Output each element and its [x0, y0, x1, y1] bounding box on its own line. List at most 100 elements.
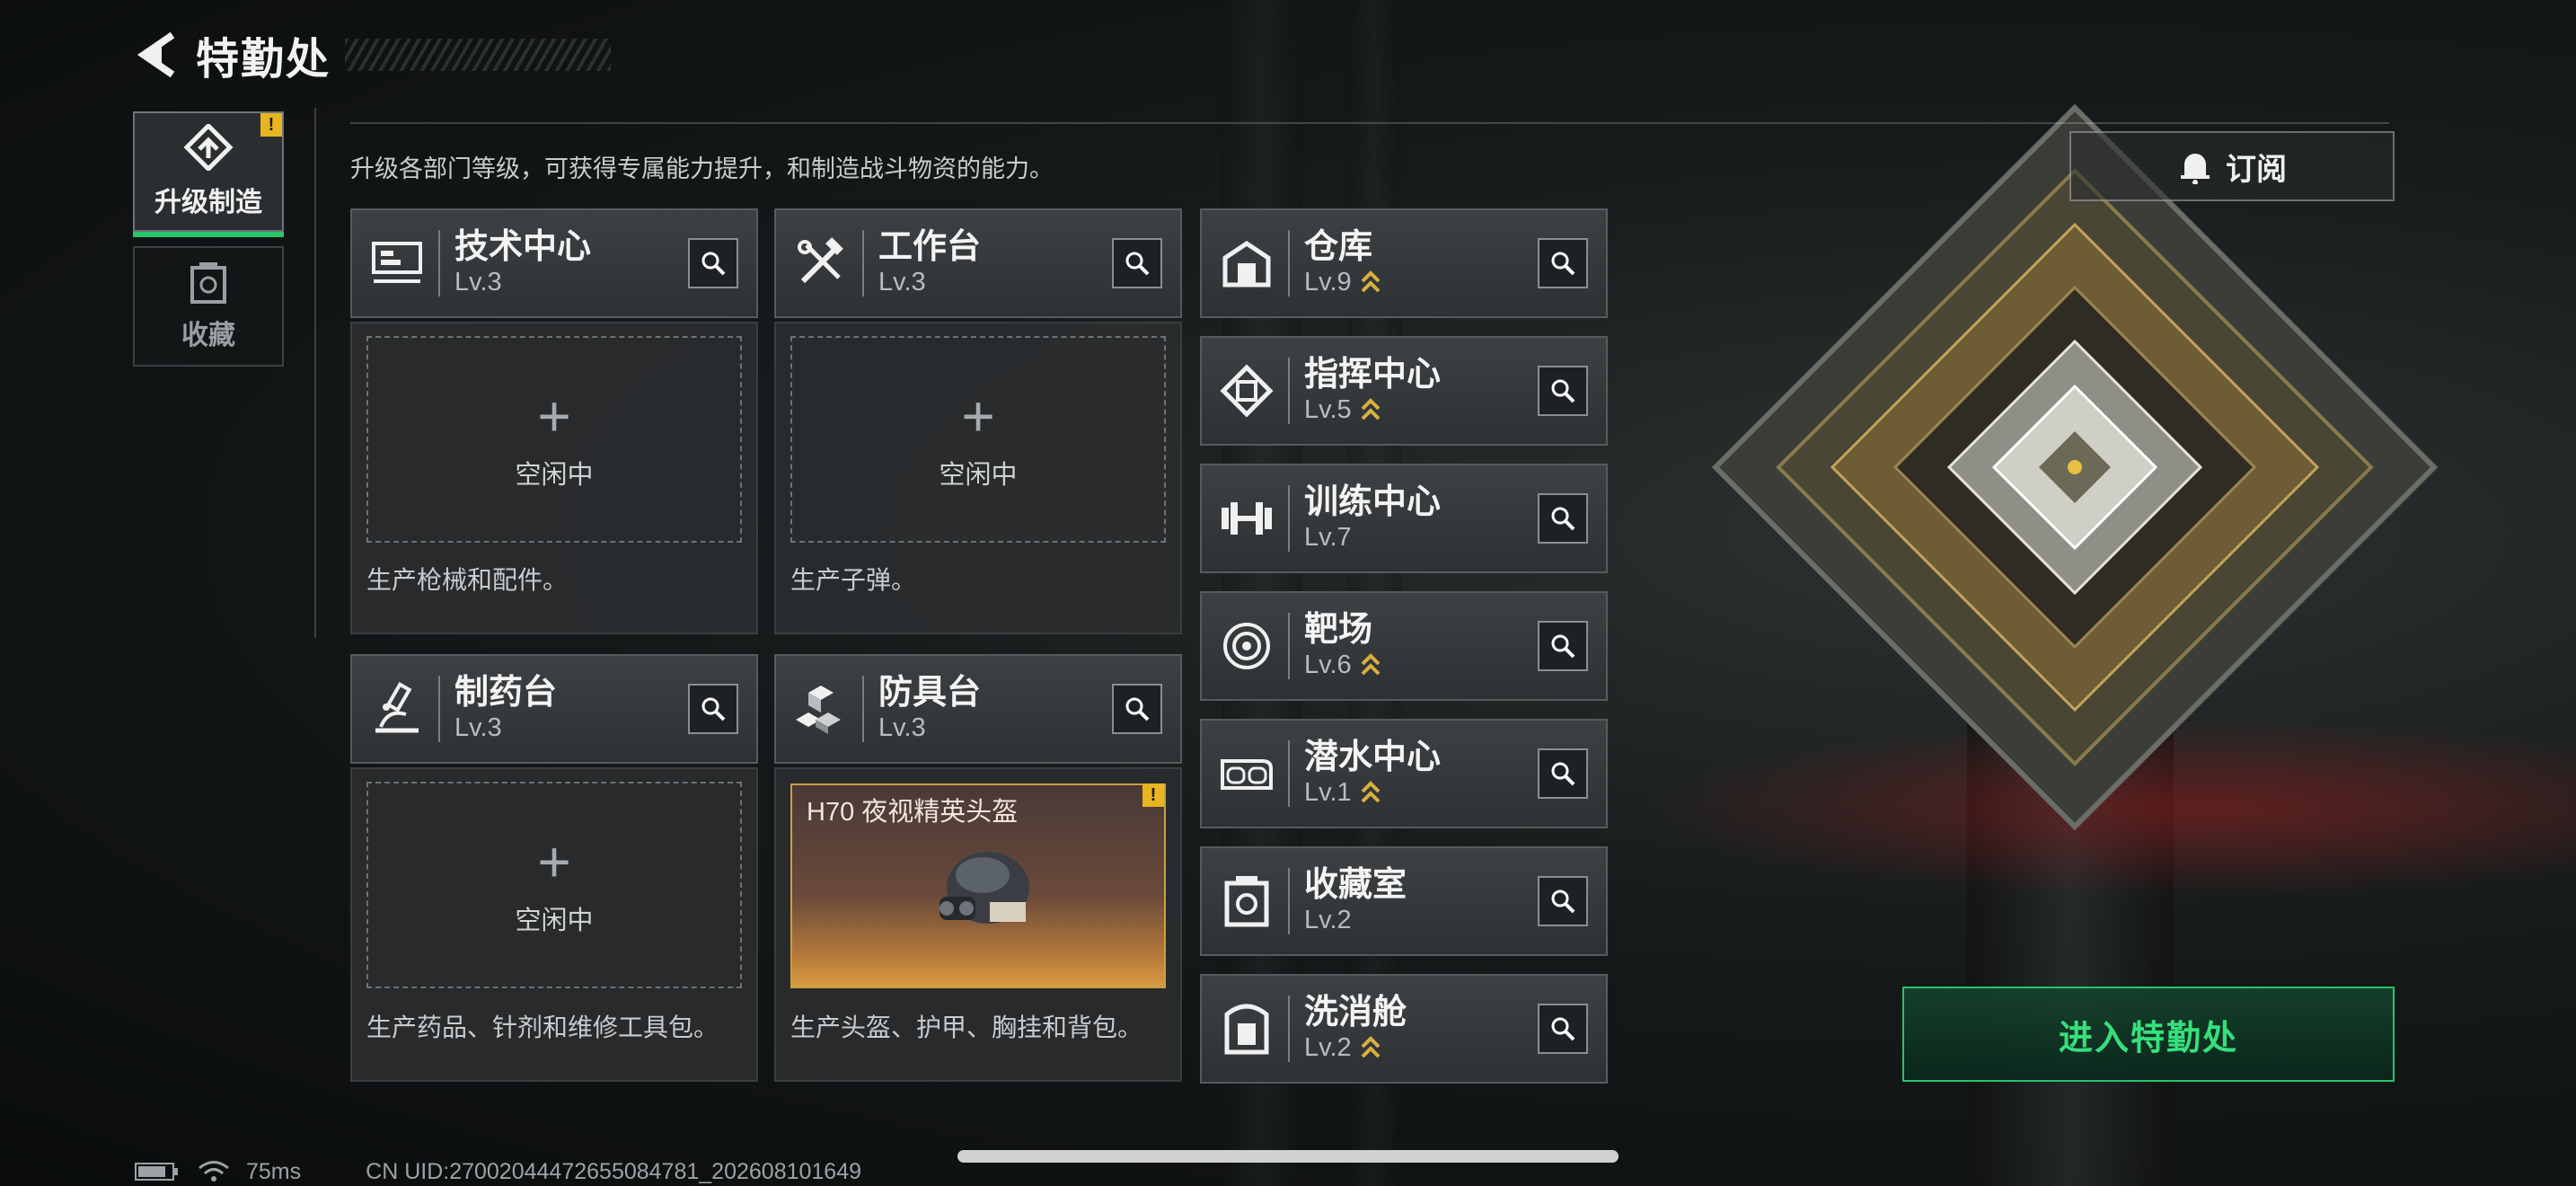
search-button[interactable]: [688, 684, 738, 734]
facility-card-training-center[interactable]: 训练中心 Lv.7: [1200, 464, 1608, 573]
search-button[interactable]: [1538, 366, 1588, 416]
bell-icon: [2181, 154, 2210, 184]
side-nav: ! 升级制造 收藏: [133, 111, 284, 381]
search-icon: [1551, 634, 1575, 659]
ping-value: 75ms: [246, 1158, 302, 1184]
search-button[interactable]: [1538, 876, 1588, 926]
facility-level: Lv.3: [878, 713, 926, 742]
facility-card-workbench[interactable]: 工作台 Lv.3: [774, 208, 1182, 318]
upgrade-available-icon: [1361, 398, 1381, 420]
wifi-icon: [198, 1161, 229, 1182]
facility-card-collection-room[interactable]: 收藏室 Lv.2: [1200, 846, 1608, 956]
battery-icon: [135, 1163, 178, 1181]
subscribe-button[interactable]: 订阅: [2069, 131, 2395, 201]
facility-card-tech-center[interactable]: 技术中心 Lv.3: [350, 208, 758, 318]
armor-bench-icon: [789, 677, 853, 741]
facility-card-armor-bench[interactable]: 防具台 Lv.3: [774, 654, 1182, 764]
facility-level-row: Lv.9: [1304, 266, 1538, 298]
upgrade-available-icon: [1361, 1036, 1381, 1058]
facility-level-row: Lv.7: [1304, 521, 1538, 553]
facility-name: 工作台: [878, 228, 982, 266]
facility-card-command-center[interactable]: 指挥中心 Lv.5: [1200, 336, 1608, 446]
tech-center-icon: [365, 231, 429, 296]
search-button[interactable]: [1112, 684, 1162, 734]
search-button[interactable]: [1538, 238, 1588, 288]
production-description: 生产药品、针剂和维修工具包。: [366, 1013, 719, 1041]
facility-card-warehouse[interactable]: 仓库 Lv.9: [1200, 208, 1608, 318]
top-bar: 特勤处: [135, 25, 611, 84]
collection-icon: [190, 262, 226, 304]
search-icon: [1551, 252, 1575, 276]
pharmacy-icon: [365, 677, 429, 741]
facility-name: 仓库: [1304, 228, 1373, 266]
production-slot-card: + 空闲中 生产子弹。: [774, 322, 1182, 634]
facility-name: 洗消舱: [1304, 994, 1407, 1031]
search-icon: [701, 697, 726, 721]
facility-level-row: Lv.2: [1304, 1031, 1538, 1064]
facility-level: Lv.3: [454, 268, 502, 296]
warehouse-icon: [1214, 231, 1279, 296]
enter-label: 进入特勤处: [2058, 1019, 2238, 1058]
facility-level: Lv.7: [1304, 523, 1352, 552]
nav-label: 收藏: [181, 321, 235, 350]
diving-center-icon: [1214, 741, 1279, 806]
nav-collection[interactable]: 收藏: [133, 246, 284, 367]
production-description: 生产枪械和配件。: [366, 566, 569, 594]
production-description: 生产子弹。: [790, 566, 917, 594]
search-icon: [1551, 379, 1575, 403]
search-button[interactable]: [1538, 493, 1588, 544]
upgrade-available-icon: [1361, 653, 1381, 676]
search-button[interactable]: [1538, 621, 1588, 671]
facility-card-decontamination[interactable]: 洗消舱 Lv.2: [1200, 974, 1608, 1084]
plus-icon: +: [961, 384, 995, 448]
search-icon: [1125, 697, 1150, 721]
search-button[interactable]: [1538, 748, 1588, 799]
decontamination-icon: [1214, 996, 1279, 1061]
plus-icon: +: [537, 384, 571, 448]
crafting-item-name: H70 夜视精英头盔: [807, 798, 1019, 827]
training-center-icon: [1214, 486, 1279, 551]
facility-level-row: Lv.6: [1304, 649, 1538, 681]
search-button[interactable]: [1538, 1004, 1588, 1054]
back-arrow-icon[interactable]: [135, 30, 180, 80]
search-icon: [1551, 890, 1575, 914]
facility-card-diving-center[interactable]: 潜水中心 Lv.1: [1200, 719, 1608, 828]
facility-level-row: Lv.5: [1304, 394, 1538, 426]
warning-badge: !: [260, 113, 282, 137]
idle-label: 空闲中: [515, 461, 594, 490]
facility-level-row: Lv.1: [1304, 776, 1538, 809]
search-button[interactable]: [1112, 238, 1162, 288]
facility-cube-illustration: [1711, 103, 2439, 831]
facility-name: 收藏室: [1304, 866, 1407, 904]
warning-badge: !: [1142, 783, 1164, 807]
facility-level: Lv.5: [1304, 395, 1352, 424]
subscribe-label: 订阅: [2226, 152, 2287, 187]
facility-card-pharmacy[interactable]: 制药台 Lv.3: [350, 654, 758, 764]
search-icon: [1551, 762, 1575, 786]
upgrade-icon: [183, 124, 234, 171]
search-icon: [1551, 507, 1575, 531]
empty-slot[interactable]: + 空闲中: [366, 782, 742, 988]
facility-level: Lv.3: [454, 713, 502, 742]
facility-name: 指挥中心: [1304, 356, 1442, 394]
empty-slot[interactable]: + 空闲中: [366, 336, 742, 543]
enter-special-ops-button[interactable]: 进入特勤处: [1902, 987, 2395, 1082]
title-decoration: [345, 39, 611, 71]
facility-name: 制药台: [454, 674, 558, 712]
facility-level: Lv.6: [1304, 651, 1352, 679]
empty-slot[interactable]: + 空闲中: [790, 336, 1166, 543]
upgrade-available-icon: [1361, 270, 1381, 293]
idle-label: 空闲中: [515, 907, 594, 935]
status-bar: 75ms CN UID:270020444726550847​81_202608…: [135, 1159, 861, 1184]
crafting-item-slot[interactable]: H70 夜视精英头盔 !: [790, 783, 1166, 988]
facility-card-shooting-range[interactable]: 靶场 Lv.6: [1200, 591, 1608, 701]
home-indicator[interactable]: [957, 1150, 1619, 1163]
helmet-icon: [940, 852, 1029, 924]
page-description: 升级各部门等级，可获得专属能力提升，和制造战斗物资的能力。: [350, 155, 1054, 182]
facility-level: Lv.9: [1304, 268, 1352, 296]
search-icon: [1125, 252, 1150, 276]
nav-upgrade-craft[interactable]: ! 升级制造: [133, 111, 284, 237]
search-button[interactable]: [688, 238, 738, 288]
collection-room-icon: [1214, 869, 1279, 934]
production-slot-card: + 空闲中 生产枪械和配件。: [350, 322, 758, 634]
